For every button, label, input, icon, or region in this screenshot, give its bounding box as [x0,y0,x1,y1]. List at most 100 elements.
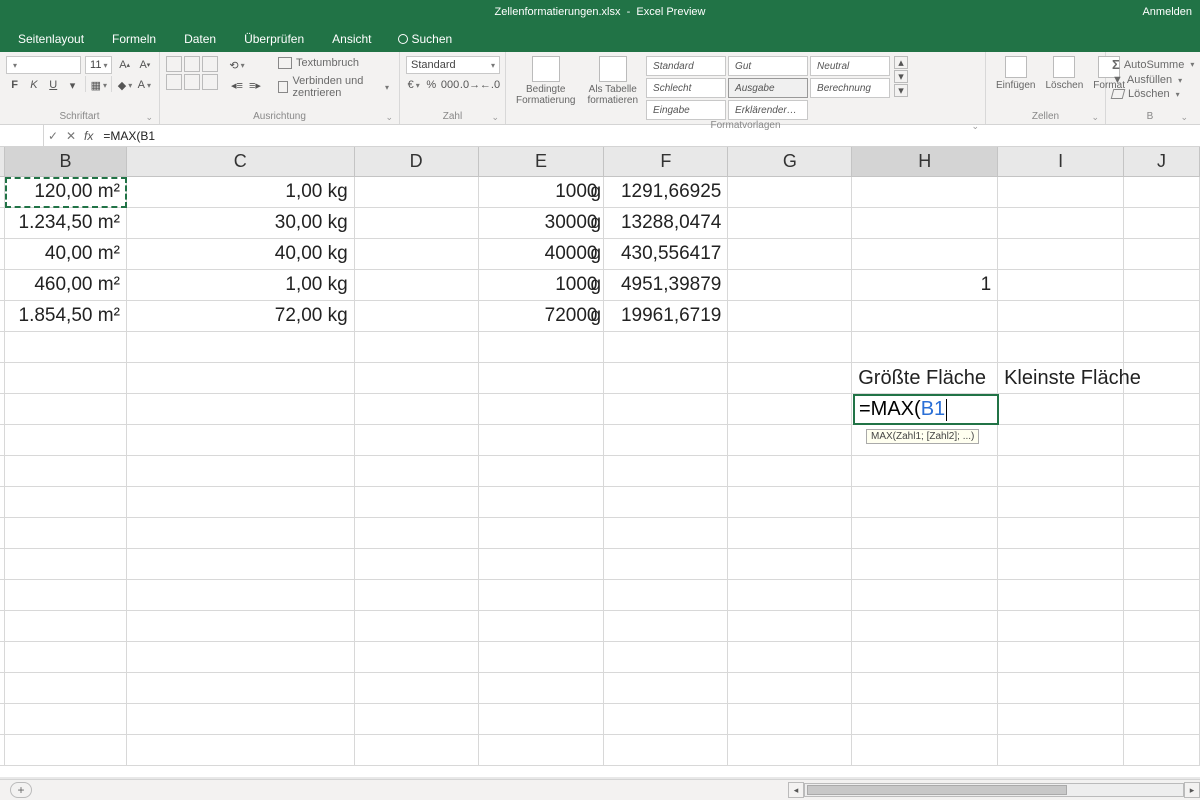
cell-styles-gallery[interactable]: Standard Gut Neutral Schlecht Ausgabe Be… [646,56,890,120]
style-gut[interactable]: Gut [728,56,808,76]
cell-G1[interactable] [728,177,852,208]
cell[interactable] [604,580,728,611]
cell[interactable] [604,425,728,456]
col-header-B[interactable]: B [5,147,127,176]
style-ausgabe[interactable]: Ausgabe [728,78,808,98]
tab-data[interactable]: Daten [170,26,230,52]
cell[interactable] [127,704,355,735]
col-header-C[interactable]: C [127,147,355,176]
tab-review[interactable]: Überprüfen [230,26,318,52]
cell[interactable] [127,549,355,580]
cell-E6[interactable] [479,332,605,363]
style-standard[interactable]: Standard [646,56,726,76]
cell-D6[interactable] [355,332,479,363]
cell-F2[interactable]: g13288,0474 [604,208,728,239]
cell-E7[interactable] [479,363,605,394]
cell-D7[interactable] [355,363,479,394]
cell-J6[interactable] [1124,332,1200,363]
percent-button[interactable]: % [424,76,440,94]
decrease-indent-button[interactable]: ◂≡ [228,76,246,94]
gallery-more-icon[interactable]: ▾ [894,84,908,97]
cell[interactable] [852,487,998,518]
style-berechnung[interactable]: Berechnung [810,78,890,98]
cell-B2[interactable]: 1.234,50 m² [5,208,127,239]
cell[interactable] [852,735,998,766]
cell-I5[interactable] [998,301,1124,332]
cell[interactable] [852,704,998,735]
cell[interactable] [127,487,355,518]
cell-C7[interactable] [127,363,355,394]
cell[interactable] [852,549,998,580]
style-neutral[interactable]: Neutral [810,56,890,76]
cell[interactable] [728,456,852,487]
cell[interactable] [728,673,852,704]
style-eingabe[interactable]: Eingabe [646,100,726,120]
cell-C3[interactable]: 40,00 kg [127,239,355,270]
cell[interactable] [1124,518,1200,549]
cell[interactable] [355,487,479,518]
cell[interactable] [5,673,127,704]
cell-C4[interactable]: 1,00 kg [127,270,355,301]
tab-view[interactable]: Ansicht [318,26,385,52]
cell[interactable] [852,642,998,673]
cell[interactable] [604,456,728,487]
grow-font-icon[interactable]: A▴ [116,56,132,74]
cell[interactable] [1124,673,1200,704]
decrease-decimal-button[interactable]: ←.0 [481,76,499,94]
cell-B3[interactable]: 40,00 m² [5,239,127,270]
cell[interactable] [1124,456,1200,487]
borders-button[interactable]: ▦▾ [90,76,107,94]
cell[interactable] [479,518,605,549]
cell-J3[interactable] [1124,239,1200,270]
font-size-dropdown[interactable]: 11▾ [85,56,112,74]
cell-G8[interactable] [728,394,852,425]
cell-I2[interactable] [998,208,1124,239]
enter-formula-icon[interactable]: ✕ [62,125,80,146]
cell[interactable] [5,611,127,642]
cell[interactable] [355,549,479,580]
cell[interactable] [1124,642,1200,673]
cell[interactable] [998,487,1124,518]
cell[interactable] [127,735,355,766]
fx-icon[interactable]: fx [80,129,97,143]
cell[interactable] [127,580,355,611]
cell[interactable] [1124,549,1200,580]
cell[interactable] [479,611,605,642]
cell[interactable] [998,704,1124,735]
active-cell-editor[interactable]: =MAX(B1 [853,394,999,425]
cell-H7[interactable]: Größte Fläche [852,363,998,394]
cell-E4[interactable]: 1000 [479,270,605,301]
cell[interactable] [355,611,479,642]
tab-pagelayout[interactable]: Seitenlayout [4,26,98,52]
cell-D8[interactable] [355,394,479,425]
cell-G5[interactable] [728,301,852,332]
cell[interactable] [852,673,998,704]
cell[interactable] [127,642,355,673]
cell-C1[interactable]: 1,00 kg [127,177,355,208]
cell[interactable] [1124,487,1200,518]
spreadsheet-grid[interactable]: B C D E F G H I J 120,00 m² 1,00 kg 1000… [0,147,1200,777]
wrap-text-button[interactable]: Textumbruch [274,56,393,70]
cell[interactable] [479,642,605,673]
cell-I4[interactable] [998,270,1124,301]
cell[interactable] [998,673,1124,704]
cell[interactable] [728,704,852,735]
cell[interactable] [355,425,479,456]
merge-center-button[interactable]: Verbinden und zentrieren▾ [274,74,393,100]
cell-G2[interactable] [728,208,852,239]
cell[interactable] [998,580,1124,611]
cell[interactable] [998,735,1124,766]
cell-F4[interactable]: g4951,39879 [604,270,728,301]
orientation-button[interactable]: ⟲▾ [228,56,246,74]
italic-button[interactable]: K [25,76,42,94]
insert-cells-button[interactable]: Einfügen [992,56,1039,91]
cell[interactable] [728,642,852,673]
cell-B4[interactable]: 460,00 m² [5,270,127,301]
underline-button[interactable]: U [45,76,62,94]
cell[interactable] [479,673,605,704]
cell-I3[interactable] [998,239,1124,270]
cell[interactable] [5,425,127,456]
cell-B7[interactable] [5,363,127,394]
cell[interactable] [998,518,1124,549]
cell-I7[interactable]: Kleinste Fläche [998,363,1124,394]
